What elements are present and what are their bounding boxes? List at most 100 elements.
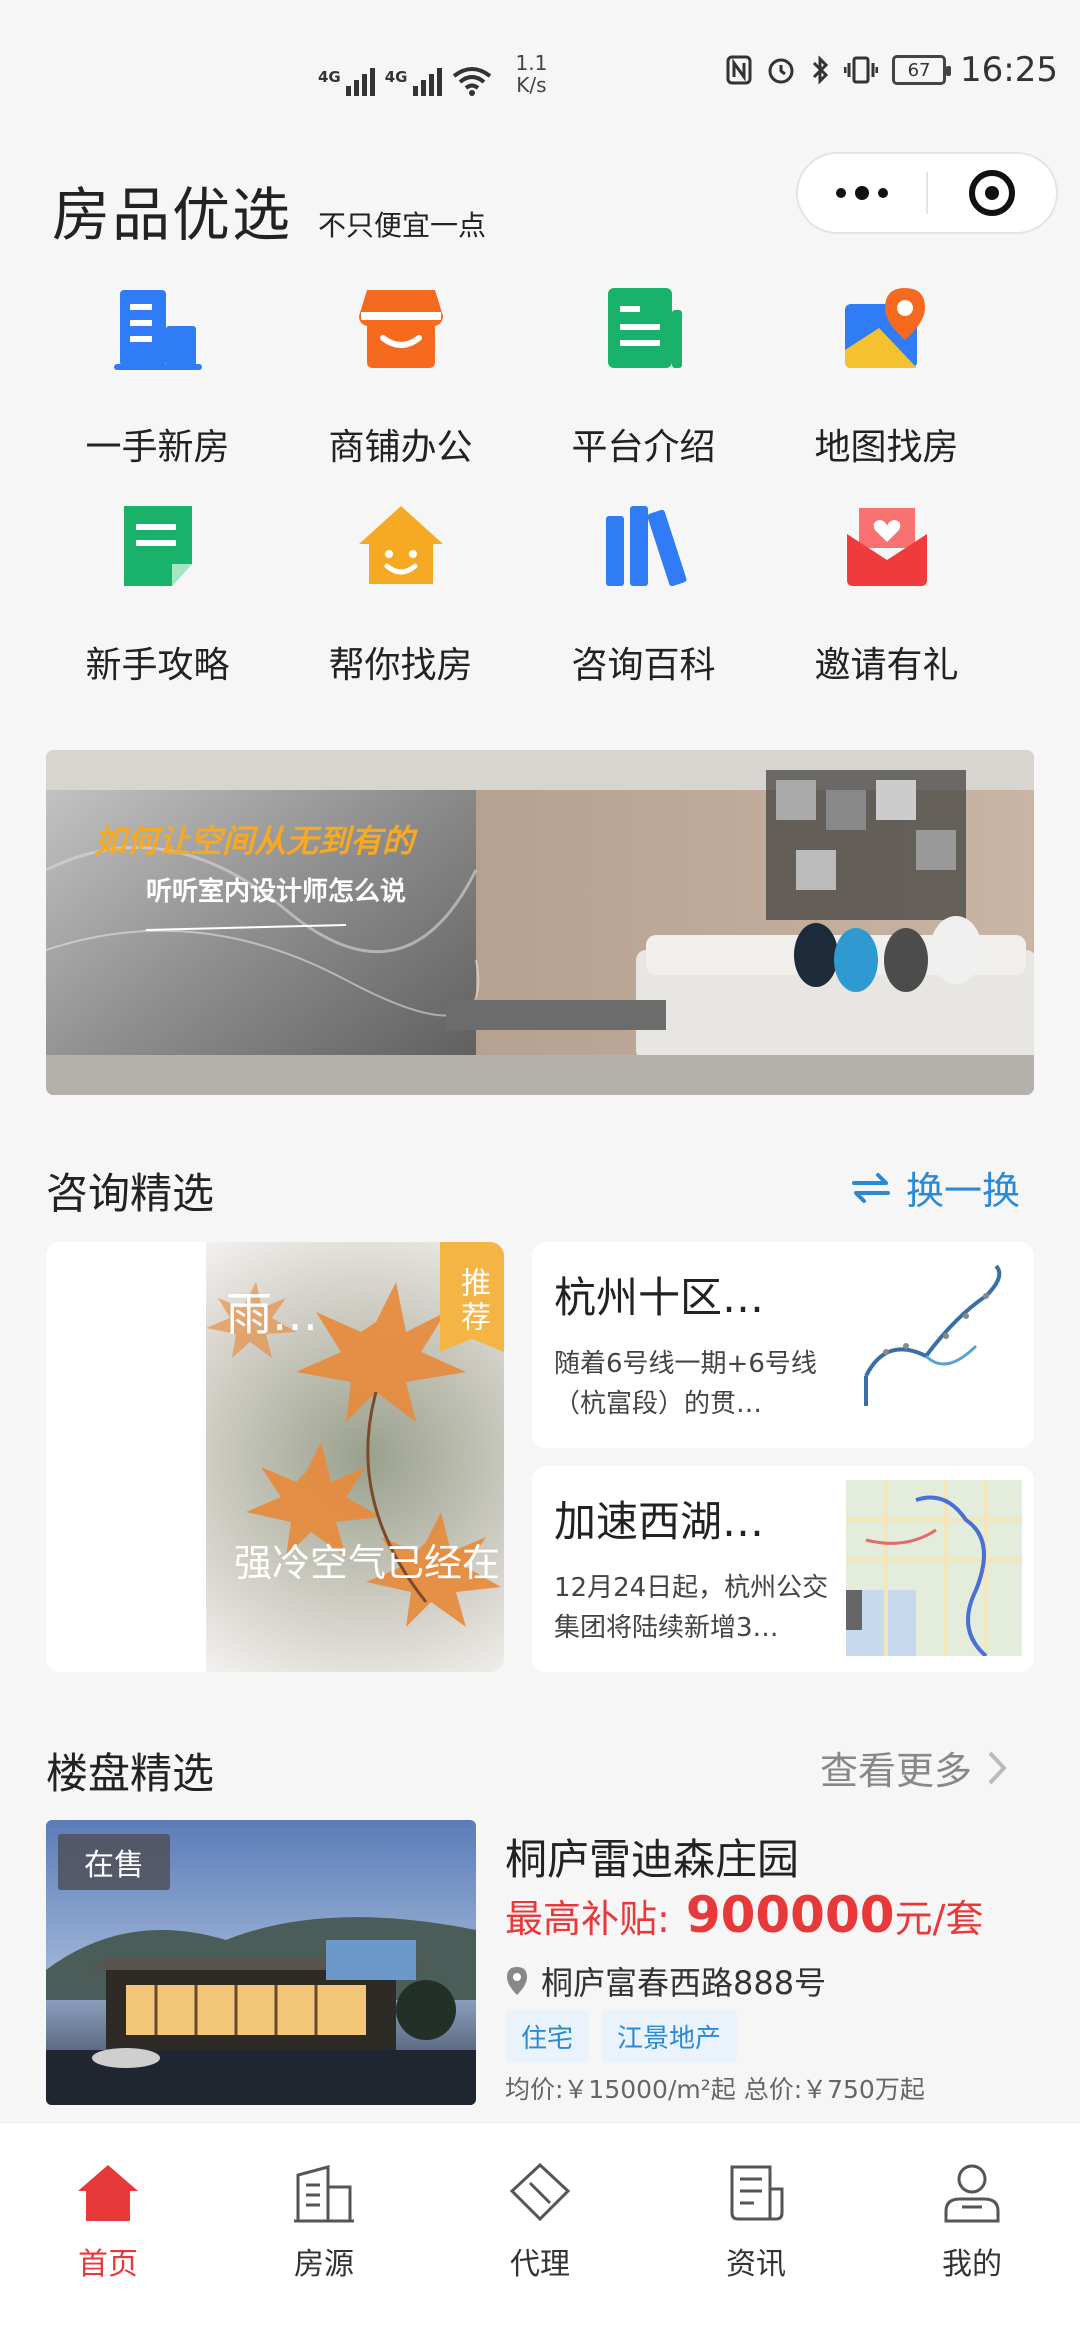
signal-icon-2: 4G	[385, 68, 442, 96]
status-bar: 4G 4G 1.1 K/s 67 16:25	[0, 0, 1080, 150]
more-menu-button[interactable]	[798, 186, 926, 200]
banner-headline: 如何让空间从无到有的	[94, 822, 418, 860]
page-title: 房品优选	[52, 181, 293, 249]
subsidy-line: 最高补贴: 900000 元/套	[505, 1886, 983, 1944]
grid-item-encyclopedia[interactable]: 咨询百科	[522, 498, 765, 688]
news-title: 加速西湖…	[554, 1497, 765, 1546]
grid-item-invite[interactable]: 邀请有礼	[765, 498, 1008, 688]
battery-level: 67	[907, 59, 931, 81]
metro-map-thumbnail	[846, 1256, 1022, 1432]
books-icon	[605, 506, 687, 587]
grid-label: 地图找房	[814, 427, 959, 468]
property-image[interactable]: 在售	[46, 1820, 476, 2105]
see-more-label: 查看更多	[820, 1749, 973, 1793]
document-icon	[607, 288, 682, 368]
network-type: 4G	[318, 68, 341, 86]
refresh-button[interactable]: 换一换	[850, 1160, 1020, 1215]
property-tags: 住宅 江景地产	[505, 2010, 738, 2063]
subsidy-value: 900000	[685, 1886, 895, 1944]
city-map-thumbnail	[846, 1480, 1022, 1656]
net-speed-value: 1.1	[515, 51, 548, 75]
wifi-icon	[452, 67, 491, 96]
building-icon	[113, 290, 202, 370]
newspaper-icon	[730, 2165, 784, 2221]
property-address: 桐庐富春西路888号	[505, 1958, 826, 2004]
bottom-tab-bar: 首页 房源 代理 资讯 我的	[0, 2122, 1080, 2340]
user-icon	[944, 2164, 1000, 2223]
home-icon	[78, 2165, 138, 2221]
consult-section-title: 咨询精选	[46, 1169, 215, 1218]
property-tag: 住宅	[505, 2010, 590, 2063]
miniprogram-capsule	[796, 152, 1058, 234]
gift-envelope-icon	[846, 508, 927, 586]
nfc-icon	[726, 55, 752, 85]
grid-item-shop-office[interactable]: 商铺办公	[279, 280, 522, 470]
property-name[interactable]: 桐庐雷迪森庄园	[505, 1826, 799, 1887]
recommend-badge: 推荐	[440, 1242, 504, 1352]
location-pin-icon	[507, 1967, 527, 1995]
system-indicators: 67 16:25	[700, 50, 1080, 90]
tab-label: 房源	[294, 2247, 354, 2282]
map-pin-icon	[844, 288, 925, 368]
news-desc: 随着6号线一期+6号线（杭富段）的贯…	[554, 1349, 817, 1419]
tab-profile[interactable]: 我的	[864, 2161, 1080, 2283]
banner-subline: 听听室内设计师怎么说	[146, 876, 406, 907]
refresh-label: 换一换	[906, 1169, 1021, 1213]
chevron-right-icon	[988, 1751, 1007, 1784]
battery-icon: 67	[892, 55, 952, 85]
net-speed: 1.1 K/s	[516, 52, 548, 96]
property-section-title: 楼盘精选	[46, 1749, 215, 1798]
grid-label: 邀请有礼	[814, 645, 959, 686]
featured-title: 雨…	[226, 1287, 318, 1341]
net-speed-unit: K/s	[516, 73, 547, 97]
subsidy-unit: 元/套	[894, 1897, 984, 1941]
featured-article-card[interactable]: 雨… 强冷空气已经在 推荐	[46, 1242, 504, 1672]
sale-status-badge: 在售	[58, 1834, 170, 1890]
grid-item-platform-intro[interactable]: 平台介绍	[522, 280, 765, 470]
tab-label: 资讯	[726, 2247, 786, 2282]
news-card[interactable]: 加速西湖… 12月24日起，杭州公交集团将陆续新增3…	[532, 1466, 1034, 1672]
grid-label: 一手新房	[85, 427, 230, 468]
signal-icon: 4G	[318, 68, 375, 96]
tab-label: 首页	[78, 2247, 138, 2282]
swap-icon	[852, 1172, 890, 1203]
property-tag: 江景地产	[601, 2010, 738, 2063]
grid-label: 平台介绍	[571, 427, 716, 468]
address-text: 桐庐富春西路888号	[541, 1964, 827, 2002]
news-card[interactable]: 杭州十区… 随着6号线一期+6号线（杭富段）的贯…	[532, 1242, 1034, 1448]
promo-banner[interactable]: 如何让空间从无到有的 听听室内设计师怎么说	[46, 750, 1034, 1095]
grid-label: 新手攻略	[85, 645, 230, 686]
featured-text: 强冷空气已经在	[234, 1541, 501, 1585]
see-more-button[interactable]: 查看更多	[820, 1740, 1008, 1795]
smiley-house-icon	[358, 506, 443, 584]
price-info: 均价:￥15000/m²起 总价:￥750万起	[505, 2075, 925, 2104]
note-icon	[123, 506, 192, 586]
tab-news[interactable]: 资讯	[648, 2161, 864, 2283]
network-indicators: 4G 4G 1.1 K/s	[318, 52, 547, 96]
shop-icon	[358, 290, 443, 368]
building-outline-icon	[294, 2165, 354, 2223]
close-miniprogram-button[interactable]	[928, 170, 1056, 216]
subsidy-label: 最高补贴:	[505, 1897, 670, 1941]
banner-image: 如何让空间从无到有的 听听室内设计师怎么说	[46, 750, 1034, 1095]
grid-item-new-house[interactable]: 一手新房	[36, 280, 279, 470]
tab-agent[interactable]: 代理	[432, 2161, 648, 2283]
grid-label: 帮你找房	[328, 645, 473, 686]
diamond-icon	[509, 2162, 571, 2222]
bluetooth-icon	[812, 55, 829, 85]
grid-label: 咨询百科	[571, 645, 716, 686]
tab-listings[interactable]: 房源	[216, 2161, 432, 2283]
tab-home[interactable]: 首页	[0, 2161, 216, 2283]
grid-item-map-search[interactable]: 地图找房	[765, 280, 1008, 470]
page-header: 房品优选 不只便宜一点	[52, 168, 486, 252]
grid-item-guide[interactable]: 新手攻略	[36, 498, 279, 688]
grid-item-help-find[interactable]: 帮你找房	[279, 498, 522, 688]
page-subtitle: 不只便宜一点	[318, 209, 487, 242]
clock: 16:25	[960, 50, 1058, 90]
tab-label: 我的	[942, 2247, 1002, 2282]
network-type-2: 4G	[384, 68, 408, 86]
tab-label: 代理	[510, 2247, 570, 2282]
news-title: 杭州十区…	[554, 1273, 765, 1322]
target-icon	[968, 170, 1015, 216]
vibrate-icon	[844, 56, 879, 84]
